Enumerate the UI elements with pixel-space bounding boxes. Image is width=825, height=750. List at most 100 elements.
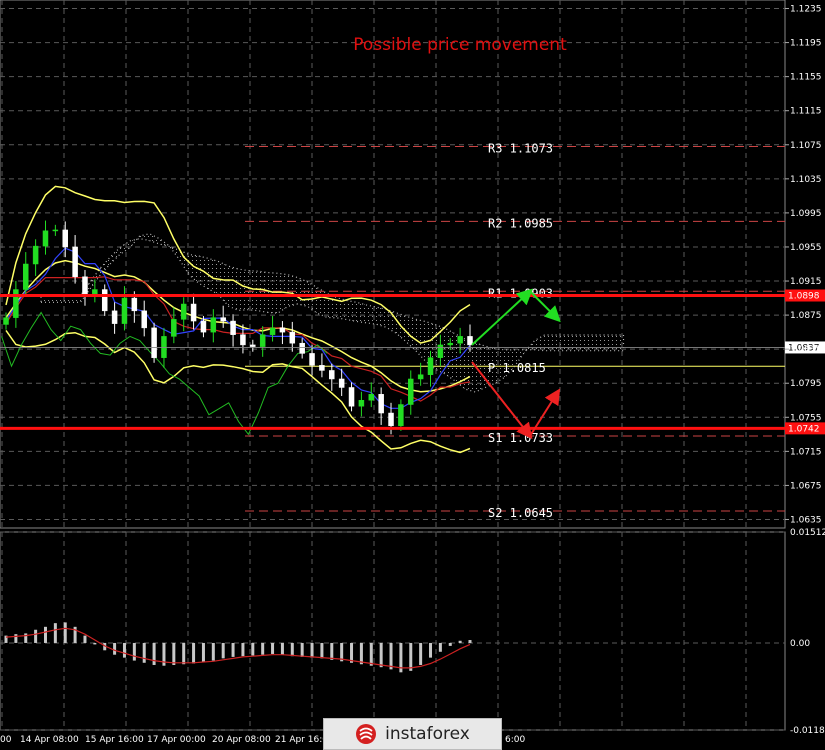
osma-bar [152, 642, 156, 665]
time-axis-label: 20 Apr 08:00 [212, 735, 271, 745]
osma-bar [320, 642, 324, 659]
candle-body [141, 310, 147, 329]
time-axis-label: 14 Apr 08:00 [20, 735, 79, 745]
candle-body [338, 378, 345, 388]
osma-bar [63, 622, 67, 643]
pivot-label-s2: S2 1.0645 [488, 506, 553, 520]
osma-bar [34, 629, 38, 643]
instaforex-logo-icon [356, 724, 377, 744]
candle-body [200, 320, 207, 333]
osma-bar [271, 642, 275, 654]
osma-bar [83, 635, 87, 643]
candle-body [3, 317, 9, 325]
candle-body [348, 387, 355, 407]
osma-bar [261, 642, 265, 655]
watermark-text: instaforex [385, 724, 470, 744]
osma-bar [172, 642, 176, 665]
osma-panel-border [0, 531, 786, 731]
time-axis-label: 17 Apr 00:00 [147, 735, 206, 745]
candle-body [240, 334, 246, 346]
osma-bar [389, 642, 393, 670]
candle-body [42, 230, 49, 247]
candle-body [161, 336, 167, 358]
price-axis-label: 1.0715 [790, 447, 822, 457]
candle-body [388, 412, 394, 427]
osma-bar [359, 642, 363, 665]
candle-body [250, 344, 256, 347]
price-axis-label: 1.1235 [790, 5, 822, 15]
candle-body [319, 365, 325, 371]
price-axis-label: 1.0675 [790, 481, 822, 491]
candle-body [13, 289, 19, 318]
osma-bar [221, 642, 225, 659]
pivot-levels: R3 1.1073R2 1.0985R1 1.0903P 1.0815S1 1.… [245, 141, 785, 520]
price-axis-label: 1.0955 [790, 243, 822, 253]
price-axis-label: 1.0635 [790, 515, 822, 525]
osma-bar [419, 642, 423, 665]
time-axis-label: 15 Apr 16:00 [85, 735, 144, 745]
candle-body [131, 297, 138, 312]
chikou-line [1, 311, 328, 436]
osma-bar [290, 642, 294, 657]
osma-bar [53, 623, 57, 643]
level-tag-label: 1.0898 [788, 292, 820, 302]
price-axis-label: 1.1155 [790, 73, 822, 83]
pivot-label-r1: R1 1.0903 [488, 286, 553, 300]
candle-body [289, 331, 296, 344]
pivot-label-s1: S1 1.0733 [488, 431, 553, 445]
candle-body [299, 342, 305, 354]
candle-body [22, 263, 29, 290]
osma-bar [458, 640, 462, 643]
instaforex-watermark: instaforex [323, 718, 502, 750]
candle-body [368, 394, 375, 401]
time-axis-label: 6:00 [505, 735, 525, 745]
candle-body [101, 289, 108, 312]
osma-bar [251, 642, 255, 656]
osma-bar [231, 642, 235, 657]
price-axis: 1.1235 1.1195 1.1155 1.1115 1.1075 1.1035 1.09… [785, 5, 825, 736]
osma-bar [350, 642, 354, 663]
candle-body [72, 246, 78, 278]
price-axis-label: 1.0995 [790, 209, 822, 219]
price-axis-label: 1.1115 [790, 107, 822, 117]
time-axis-label: 00 [0, 735, 12, 745]
candle-body [111, 310, 118, 324]
candle-body [447, 342, 454, 346]
candle-body [230, 320, 236, 335]
candle-body [220, 317, 226, 322]
price-chart: R3 1.1073R2 1.0985R1 1.0903P 1.0815S1 1.… [0, 0, 825, 745]
candle-body [467, 336, 473, 346]
osma-bar [113, 642, 117, 655]
price-axis-label: 1.1195 [790, 39, 822, 49]
candle-body [408, 378, 414, 405]
candle-body [437, 344, 444, 358]
osma-bar [429, 642, 433, 658]
candle-body [358, 400, 365, 407]
candle-body [269, 327, 276, 335]
price-axis-label: 1.0875 [790, 311, 822, 321]
chart-grid [0, 0, 786, 731]
candle-body [32, 245, 39, 265]
candle-body [171, 319, 177, 337]
osma-bar [379, 642, 383, 668]
osma-bar [132, 642, 136, 661]
candle-body [190, 303, 197, 322]
candle-body [180, 303, 187, 320]
chart-title: Possible price movement [353, 35, 567, 55]
osma-bar [241, 642, 245, 657]
pivot-label-r2: R2 1.0985 [488, 216, 553, 230]
osma-bar [93, 642, 97, 645]
candle-body [309, 353, 315, 366]
candle-body [151, 327, 157, 358]
osma-axis-label: -0.01186 [790, 726, 825, 736]
candle-body [210, 317, 217, 333]
candle-body [329, 370, 335, 380]
candle-body [279, 327, 286, 333]
osma-bar [182, 642, 186, 665]
candle-body [92, 289, 98, 295]
osma-axis-label: 0.01512 [790, 528, 825, 538]
candle-body [121, 297, 128, 324]
pivot-label-r3: R3 1.1073 [488, 141, 553, 155]
osma-bar [409, 642, 413, 671]
osma-bar [14, 634, 18, 643]
